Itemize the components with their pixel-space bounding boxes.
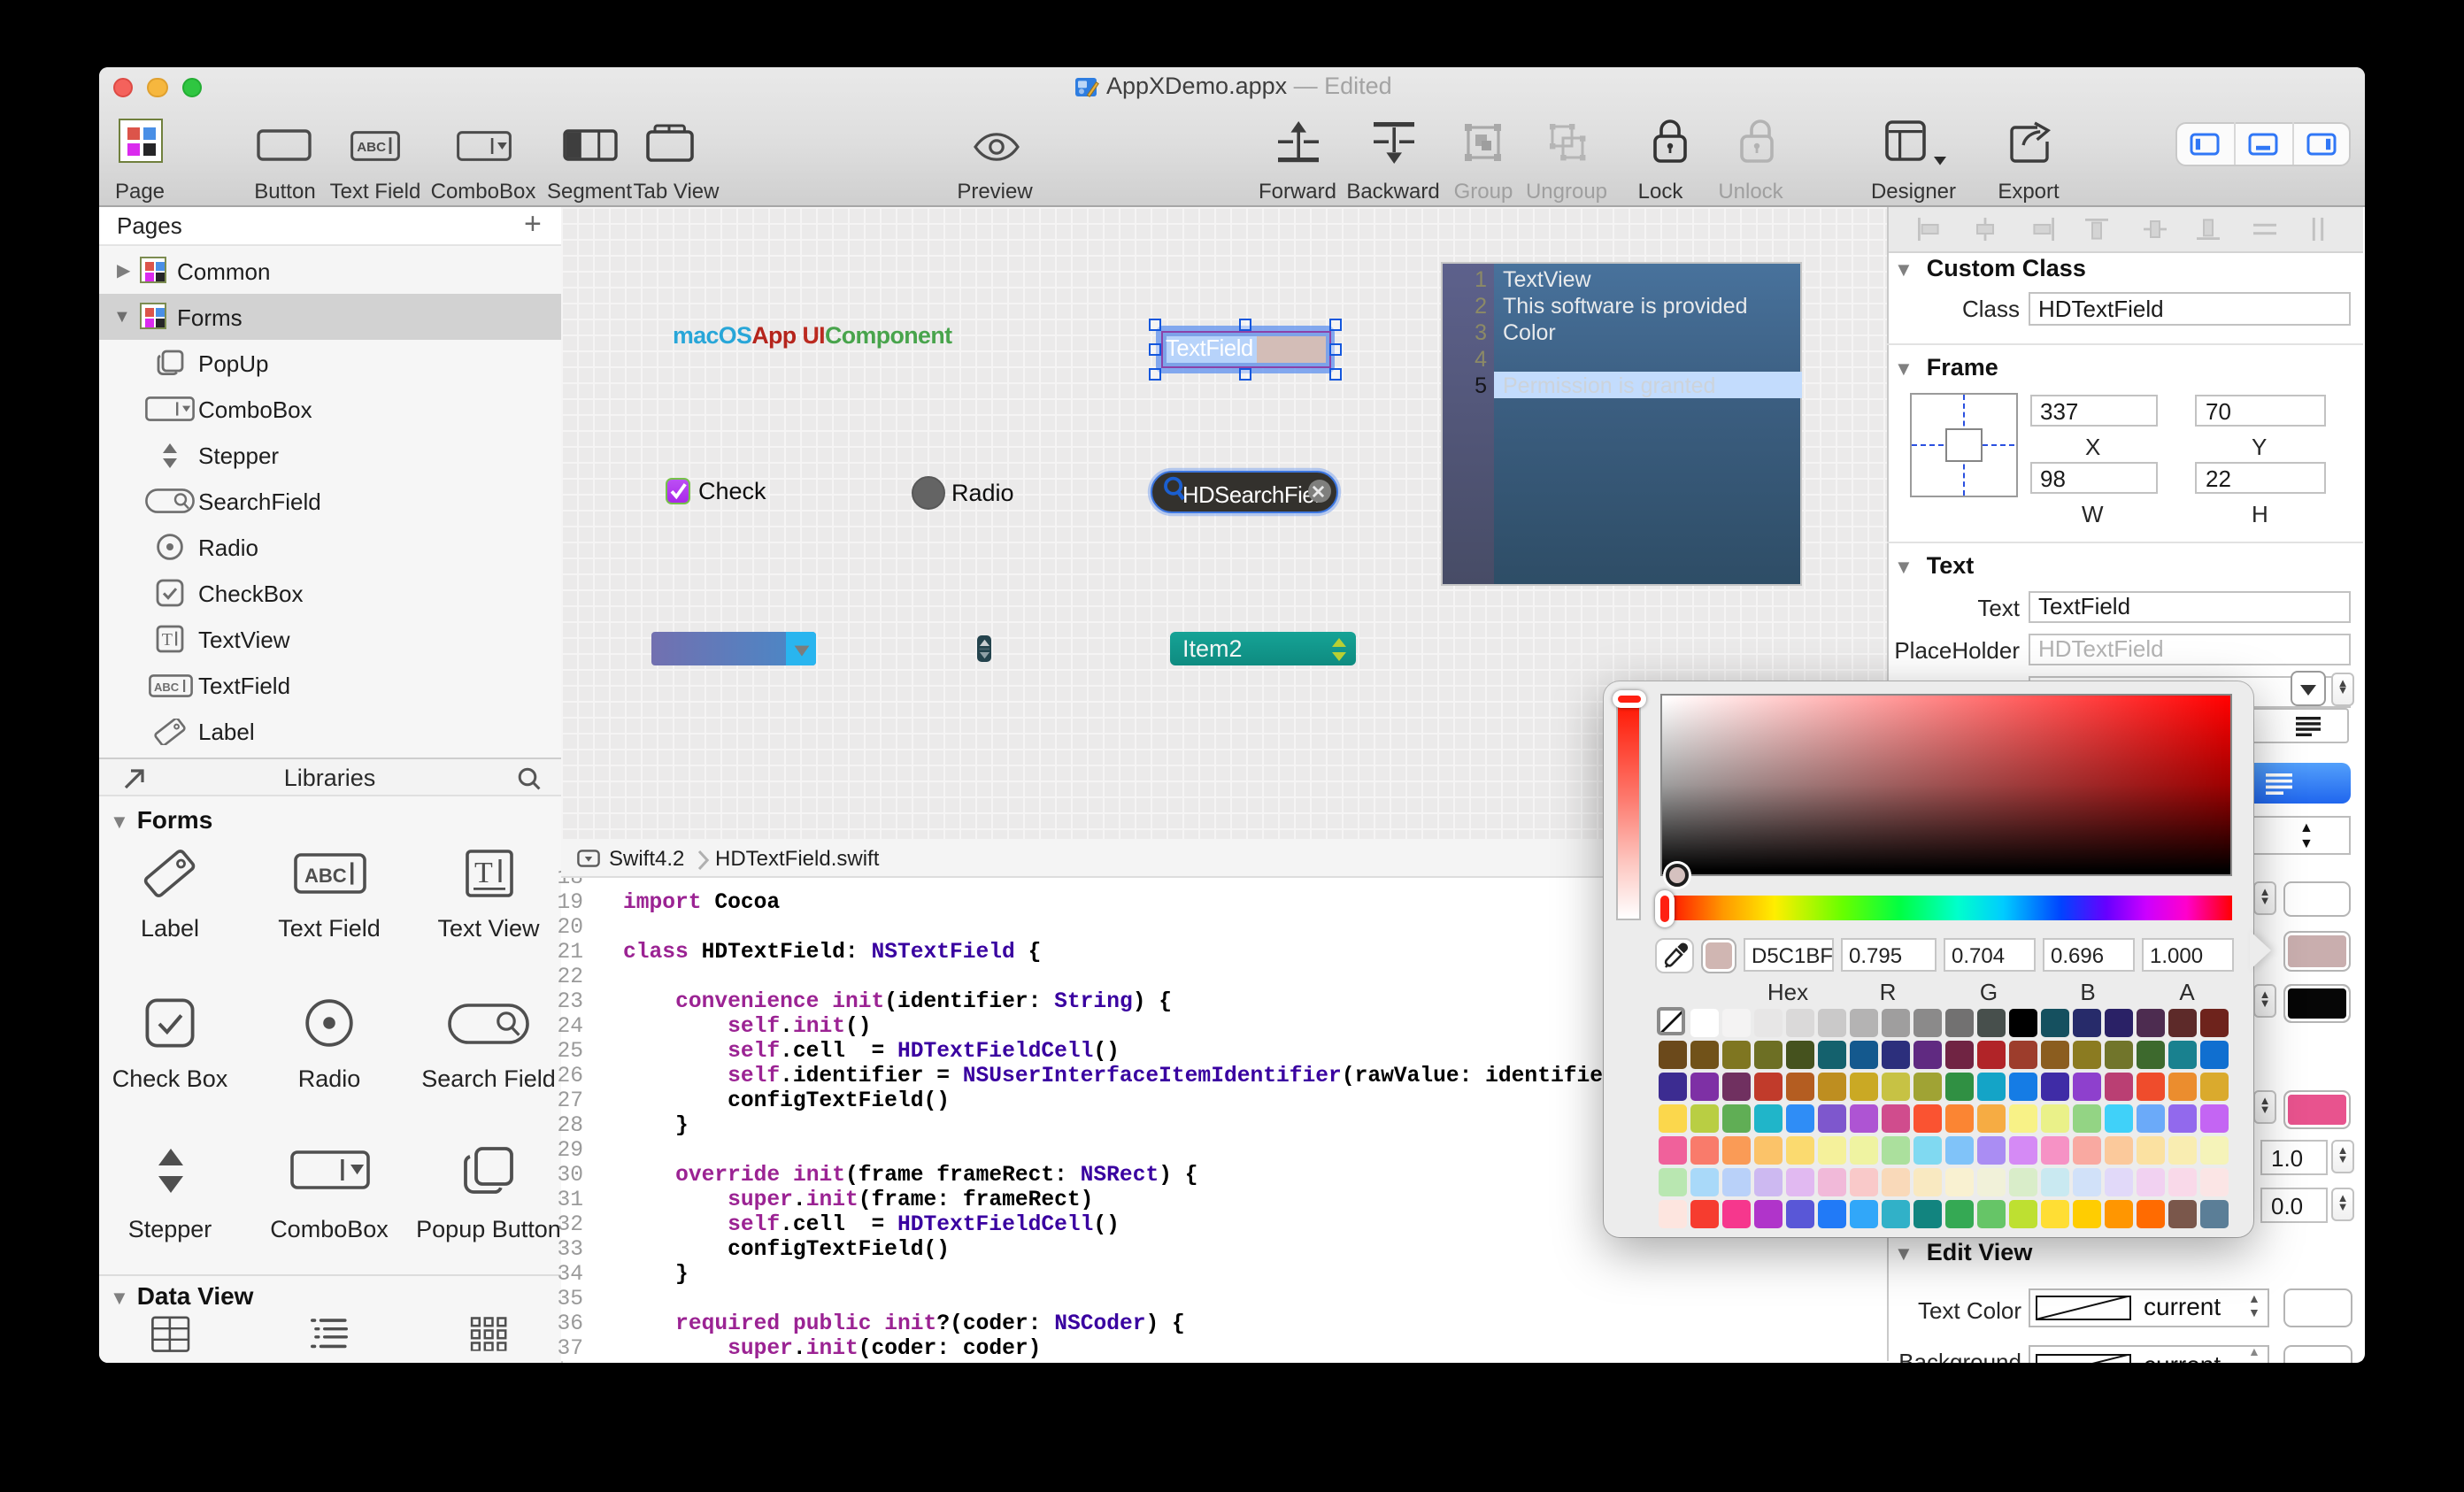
svg-text:ABC: ABC bbox=[304, 864, 346, 886]
svg-text:ABC: ABC bbox=[357, 140, 386, 155]
svg-text:ABC: ABC bbox=[153, 680, 179, 693]
svg-text:T: T bbox=[474, 856, 492, 888]
svg-text:T: T bbox=[162, 630, 173, 650]
